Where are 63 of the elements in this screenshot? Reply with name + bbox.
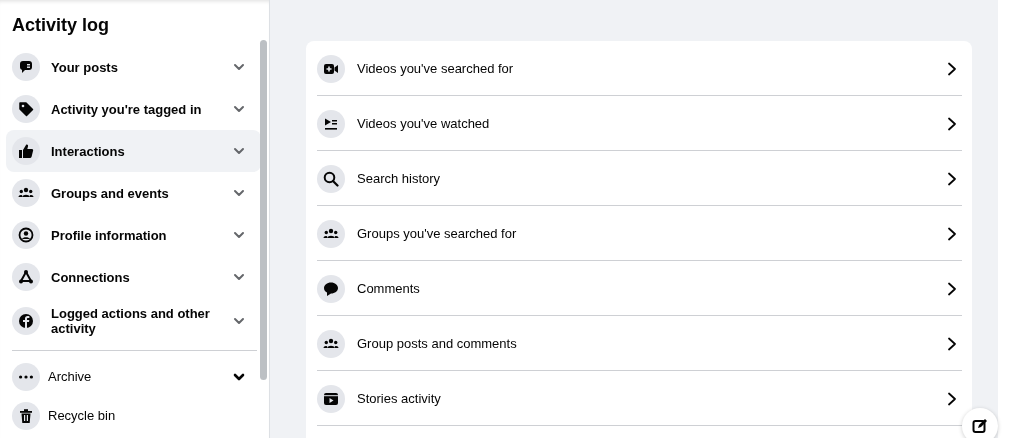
- sidebar-item-label: Connections: [51, 269, 131, 285]
- activity-row[interactable]: Comments: [317, 261, 962, 316]
- sidebar-item-label: Recycle bin: [48, 406, 117, 425]
- sidebar-item-label: Groups and events: [51, 185, 170, 201]
- chevron-icon: [233, 61, 245, 73]
- activity-row-label: Videos you've searched for: [357, 60, 515, 79]
- chevron-icon: [233, 145, 245, 157]
- more-icon: [19, 374, 33, 379]
- activity-row[interactable]: Group posts and comments: [317, 316, 962, 371]
- sidebar-item[interactable]: Connections: [6, 256, 261, 298]
- person-icon: [18, 227, 34, 243]
- chevron-right-icon: [946, 62, 958, 76]
- sidebar-item[interactable]: Your posts: [6, 46, 261, 88]
- sidebar-item[interactable]: Groups and events: [6, 172, 261, 214]
- play-clip-icon: [323, 391, 339, 407]
- activity-row-label: Group posts and comments: [357, 335, 518, 354]
- sidebar-item[interactable]: Interactions: [6, 130, 261, 172]
- sidebar-item[interactable]: Activity you're tagged in: [6, 88, 261, 130]
- sidebar-title: Activity log: [12, 14, 110, 36]
- sidebar-item-label: Logged actions and other activity: [51, 306, 211, 336]
- chevron-icon: [233, 187, 245, 199]
- sidebar-item-label: Archive: [48, 367, 93, 386]
- speech-bubble-icon: [323, 281, 339, 297]
- sidebar-item-label: Profile information: [51, 227, 168, 243]
- video-list-icon: [323, 116, 339, 132]
- chevron-right-icon: [946, 392, 958, 406]
- activity-row-label: Comments: [357, 280, 421, 299]
- chevron-right-icon: [946, 172, 958, 186]
- edit-icon: [972, 418, 988, 434]
- chevron-icon: [233, 103, 245, 115]
- chevron-right-icon: [946, 282, 958, 296]
- activity-row[interactable]: Videos you've searched for: [317, 41, 962, 96]
- activity-row-label: Stories activity: [357, 390, 442, 409]
- post-icon: [18, 59, 34, 75]
- sidebar-item-label: Your posts: [51, 59, 119, 75]
- sidebar-item-label: Activity you're tagged in: [51, 101, 203, 117]
- thumbs-up-icon: [18, 143, 34, 159]
- activity-row-label: Groups you've searched for: [357, 225, 518, 244]
- chevron-icon: [233, 229, 245, 241]
- chevron-icon: [233, 271, 245, 283]
- trash-icon: [18, 407, 34, 424]
- activity-row[interactable]: Videos you've watched: [317, 96, 962, 151]
- sidebar-item[interactable]: Profile information: [6, 214, 261, 256]
- video-camera-icon: [323, 61, 339, 77]
- activity-row-label: Search history: [357, 170, 442, 189]
- search-icon: [323, 171, 339, 187]
- chevron-icon: [233, 315, 245, 327]
- scrollbar-thumb[interactable]: [260, 40, 267, 380]
- sidebar-item[interactable]: Archive: [6, 357, 261, 396]
- circle-logo-icon: [18, 313, 34, 329]
- activity-row[interactable]: Search history: [317, 151, 962, 206]
- connections-icon: [18, 269, 34, 285]
- activity-row[interactable]: Stories activity: [317, 371, 962, 426]
- chevron-right-icon: [946, 337, 958, 351]
- tag-icon: [18, 101, 34, 117]
- activity-row-label: Videos you've watched: [357, 115, 491, 134]
- activity-row[interactable]: Groups you've searched for: [317, 206, 962, 261]
- compose-button[interactable]: [962, 408, 998, 438]
- chevron-right-icon: [946, 227, 958, 241]
- sidebar-item[interactable]: Recycle bin: [6, 396, 261, 435]
- chevron-right-icon: [946, 117, 958, 131]
- sidebar-item-label: Interactions: [51, 143, 126, 159]
- sidebar-item[interactable]: Logged actions and other activity: [6, 298, 261, 344]
